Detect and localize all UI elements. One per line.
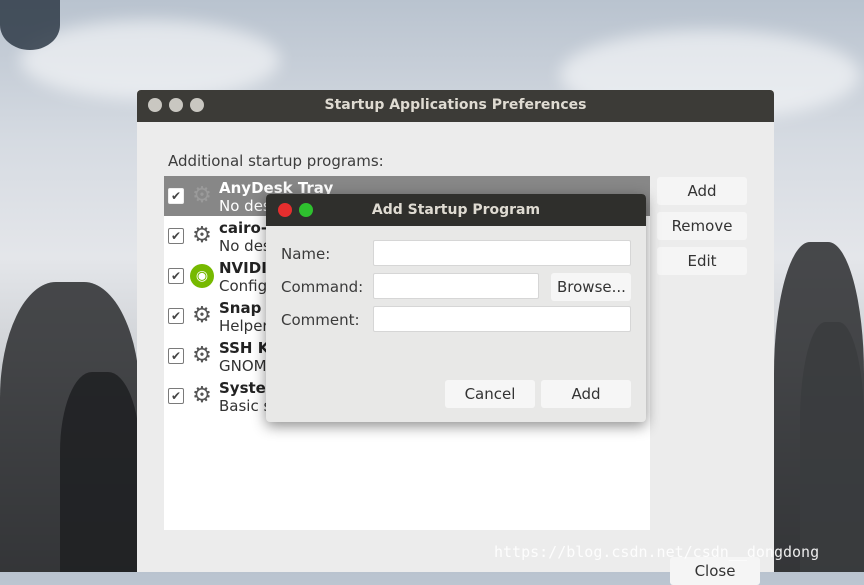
command-label: Command: <box>281 278 364 296</box>
watermark: https://blog.csdn.net/csdn__dongdong <box>494 543 820 561</box>
add-startup-program-dialog: Add Startup Program Name: Command: Brows… <box>266 194 646 422</box>
window-title: Startup Applications Preferences <box>324 97 587 113</box>
program-description: No des <box>219 197 271 215</box>
close-button[interactable]: Close <box>670 557 760 585</box>
gear-icon: ⚙ <box>192 223 212 248</box>
enable-checkbox[interactable]: ✔ <box>168 388 184 404</box>
dialog-add-button[interactable]: Add <box>541 380 631 408</box>
program-description: Helper <box>219 317 269 335</box>
comment-field[interactable] <box>373 306 631 332</box>
remove-button[interactable]: Remove <box>657 212 747 240</box>
cancel-button[interactable]: Cancel <box>445 380 535 408</box>
gear-icon: ⚙ <box>192 303 212 328</box>
enable-checkbox[interactable]: ✔ <box>168 268 184 284</box>
enable-checkbox[interactable]: ✔ <box>168 188 184 204</box>
program-description: GNOM <box>219 357 267 375</box>
program-description: Basic s <box>219 397 272 415</box>
name-label: Name: <box>281 245 331 263</box>
command-field[interactable] <box>373 273 539 299</box>
gear-icon: ⚙ <box>192 383 212 408</box>
name-field[interactable] <box>373 240 631 266</box>
dialog-titlebar: Add Startup Program <box>266 194 646 226</box>
nvidia-icon: ◉ <box>190 264 214 288</box>
window-titlebar: Startup Applications Preferences <box>137 90 774 122</box>
program-description: Config <box>219 277 268 295</box>
dialog-title: Add Startup Program <box>371 202 541 218</box>
enable-checkbox[interactable]: ✔ <box>168 228 184 244</box>
enable-checkbox[interactable]: ✔ <box>168 348 184 364</box>
browse-button[interactable]: Browse... <box>551 273 631 301</box>
add-button[interactable]: Add <box>657 177 747 205</box>
section-label: Additional startup programs: <box>168 152 384 170</box>
gear-icon: ⚙ <box>192 183 212 208</box>
gear-icon: ⚙ <box>192 343 212 368</box>
edit-button[interactable]: Edit <box>657 247 747 275</box>
enable-checkbox[interactable]: ✔ <box>168 308 184 324</box>
comment-label: Comment: <box>281 311 360 329</box>
program-description: No des <box>219 237 271 255</box>
